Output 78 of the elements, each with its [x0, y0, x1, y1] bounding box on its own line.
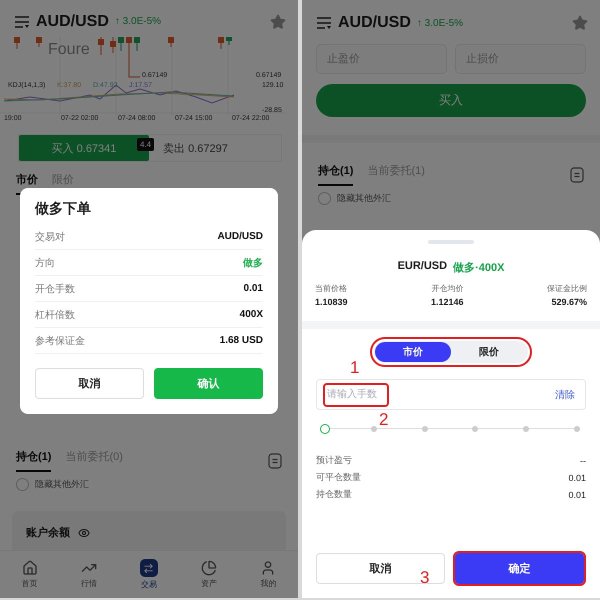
spread-badge: 4.4	[137, 138, 154, 152]
candle	[218, 37, 224, 50]
exchange-icon	[140, 559, 158, 578]
annotation-number: 1	[350, 359, 360, 376]
pair-symbol: AUD/USD	[338, 14, 411, 32]
info-value: 0.01	[568, 490, 586, 500]
candle	[36, 37, 42, 48]
leader-line	[128, 66, 140, 78]
confirm-button[interactable]: 确认	[154, 368, 263, 399]
info-label: 持仓数量	[316, 488, 352, 501]
candle	[118, 37, 124, 52]
candle	[168, 37, 174, 48]
hide-others-label: 隐藏其他外汇	[35, 478, 89, 492]
slider-thumb[interactable]	[320, 424, 330, 434]
document-icon[interactable]	[268, 452, 282, 469]
hide-others-label: 隐藏其他外汇	[337, 192, 391, 205]
nav-item[interactable]: 资产	[201, 560, 218, 590]
sheet-symbol: EUR/USD	[398, 260, 448, 274]
sell-quote-button[interactable]: 卖出 0.67297	[163, 140, 228, 156]
balance-label: 账户余额	[26, 526, 70, 540]
clear-link[interactable]: 清除	[555, 388, 575, 402]
star-icon[interactable]	[572, 15, 588, 31]
annotation-number: 2	[379, 411, 388, 428]
candle	[226, 37, 232, 46]
candle	[14, 37, 20, 50]
buy-button[interactable]: 买入	[316, 84, 586, 117]
segment-option[interactable]: 市价	[375, 342, 451, 362]
cancel-button[interactable]: 取消	[35, 368, 144, 399]
row-label: 开仓手数	[35, 282, 75, 296]
stat-value: 529.67%	[551, 297, 587, 307]
stat-value: 1.10839	[315, 297, 348, 307]
nav-item[interactable]: 首页	[22, 560, 38, 590]
dialog-title: 做多下单	[35, 200, 92, 218]
pair-symbol: AUD/USD	[36, 12, 109, 31]
eye-icon[interactable]	[78, 526, 90, 539]
row-label: 杠杆倍数	[35, 308, 75, 322]
star-icon[interactable]	[270, 14, 286, 30]
info-value: 0.01	[568, 472, 586, 482]
radio-button[interactable]	[16, 478, 29, 492]
position-tab[interactable]: 持仓(1)	[318, 163, 354, 186]
menu-icon[interactable]	[316, 16, 332, 30]
row-value: 0.01	[244, 283, 263, 294]
row-value: 400X	[240, 309, 263, 320]
row-value: AUD/USD	[217, 231, 263, 242]
user-icon	[260, 560, 276, 576]
stat-label: 保证金比例	[547, 283, 587, 294]
nav-item[interactable]: 我的	[260, 560, 276, 590]
candle	[110, 37, 116, 54]
price-change: ↑ 3.0E-5%	[114, 16, 162, 28]
annotation-number: 3	[420, 569, 430, 586]
row-label: 参考保证金	[35, 334, 85, 348]
info-label: 可平仓数量	[316, 471, 361, 484]
segment-option[interactable]: 限价	[451, 342, 527, 362]
candle	[126, 37, 132, 68]
candle	[98, 37, 104, 56]
stat-label: 开仓均价	[431, 283, 464, 294]
radio-button[interactable]	[318, 192, 331, 205]
position-tab[interactable]: 持仓(1)	[16, 449, 52, 472]
nav-item[interactable]: 行情	[80, 560, 97, 590]
row-label: 方向	[35, 256, 55, 270]
row-value: 做多	[243, 256, 263, 270]
document-icon[interactable]	[570, 166, 584, 182]
confirm-button[interactable]: 确定	[455, 553, 584, 584]
info-value: --	[580, 456, 586, 466]
stat-value: 1.12146	[431, 297, 464, 307]
row-label: 交易对	[35, 230, 65, 244]
amount-input[interactable]: 请输入手数	[323, 382, 389, 406]
nav-item[interactable]: 交易	[140, 559, 158, 590]
chart-watermark: Foure	[48, 41, 90, 60]
stat-label: 当前价格	[315, 283, 347, 294]
pie-chart-icon	[201, 560, 218, 576]
row-value: 1.68 USD	[220, 335, 263, 346]
menu-icon[interactable]	[14, 14, 30, 29]
info-label: 预计盈亏	[316, 454, 352, 467]
direction-label: 做多·400X	[453, 260, 504, 275]
home-icon	[22, 560, 38, 576]
candle	[134, 37, 140, 52]
price-change: ↑ 3.0E-5%	[416, 18, 464, 28]
